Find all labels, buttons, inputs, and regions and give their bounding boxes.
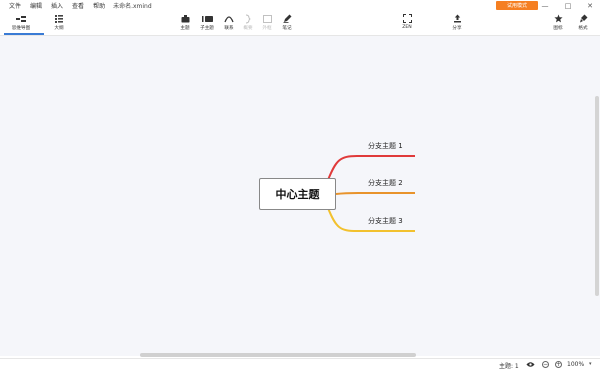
horizontal-scrollbar[interactable] <box>140 353 416 357</box>
branch-topic-1[interactable]: 分支主题 1 <box>368 141 403 151</box>
zoom-in-button[interactable]: + <box>555 361 562 368</box>
status-bar: 主题: 1 − + 100% ▾ <box>0 358 600 370</box>
zoom-level[interactable]: 100% <box>567 361 584 368</box>
topic-count: 主题: 1 <box>499 363 519 370</box>
eye-icon[interactable] <box>526 361 535 370</box>
branch-topic-2[interactable]: 分支主题 2 <box>368 178 403 188</box>
zoom-dropdown-icon[interactable]: ▾ <box>589 361 592 367</box>
branch-2-connector <box>335 192 415 195</box>
central-topic[interactable]: 中心主题 <box>259 178 336 210</box>
branch-topic-3[interactable]: 分支主题 3 <box>368 216 403 226</box>
zoom-out-button[interactable]: − <box>542 361 549 368</box>
branch-1-connector <box>327 155 415 181</box>
vertical-scrollbar[interactable] <box>595 96 599 296</box>
